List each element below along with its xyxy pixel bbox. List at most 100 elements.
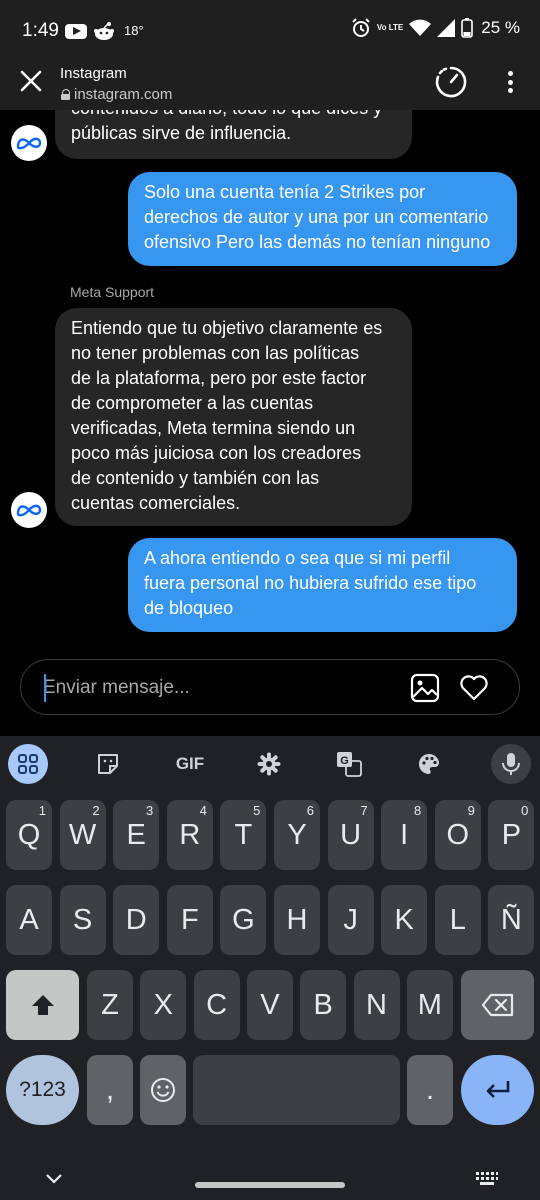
key-f[interactable]: F — [166, 885, 213, 955]
volte-icon: Vo LTE — [376, 23, 404, 32]
status-bar: 1:49 18° Vo LTE 25 % — [0, 0, 540, 60]
key-label: A — [19, 903, 39, 936]
key-label: E — [126, 818, 146, 851]
heart-icon[interactable] — [459, 673, 489, 703]
key-label: Q — [17, 818, 41, 851]
key-y[interactable]: Y6 — [274, 800, 320, 870]
alarm-icon — [352, 18, 370, 37]
key-n[interactable]: N — [353, 970, 400, 1040]
key-m[interactable]: M — [406, 970, 453, 1040]
shift-arrow-icon — [31, 995, 54, 1015]
sticker-icon[interactable] — [88, 744, 128, 784]
message-line: Solo una cuenta tenía 2 Strikes por — [144, 182, 426, 202]
message-line: no tener problemas con las políticas — [71, 343, 360, 363]
translate-icon[interactable]: G — [329, 744, 369, 784]
shift-key[interactable] — [6, 970, 79, 1040]
key-o[interactable]: O9 — [434, 800, 481, 870]
signal-icon — [437, 19, 456, 37]
key-q[interactable]: Q1 — [6, 800, 52, 870]
gif-button[interactable]: GIF — [170, 744, 210, 784]
emoji-key[interactable] — [140, 1055, 186, 1125]
backspace-icon — [481, 993, 513, 1017]
symbols-key[interactable]: ?123 — [6, 1055, 79, 1125]
key-i[interactable]: I8 — [381, 800, 428, 870]
key-hint: 7 — [360, 803, 368, 818]
settings-gear-icon[interactable] — [249, 744, 289, 784]
key-label: W — [68, 818, 97, 851]
enter-key[interactable] — [461, 1055, 534, 1125]
apps-grid-icon[interactable] — [8, 744, 48, 784]
key-g[interactable]: G — [220, 885, 267, 955]
message-line: de la plataforma, pero por este factor — [71, 368, 367, 388]
key-label: J — [343, 903, 358, 936]
message-line: A ahora entiendo o sea que si mi perfil — [144, 548, 451, 568]
key-label: S — [72, 903, 93, 936]
key-b[interactable]: B — [300, 970, 347, 1040]
key-label: V — [260, 988, 280, 1021]
battery-icon — [461, 18, 474, 38]
svg-text:G: G — [340, 755, 349, 767]
message-input[interactable] — [43, 674, 383, 702]
key-u[interactable]: U7 — [327, 800, 374, 870]
key-w[interactable]: W2 — [59, 800, 106, 870]
palette-icon[interactable] — [409, 744, 449, 784]
key-hint: 6 — [306, 803, 314, 818]
key-hint: 9 — [467, 803, 475, 818]
message-line: poco más juiciosa con los creadores — [71, 443, 362, 463]
key-r[interactable]: R4 — [166, 800, 213, 870]
microphone-icon[interactable] — [491, 744, 531, 784]
key-l[interactable]: L — [434, 885, 481, 955]
on-screen-keyboard: GIF G ?123 , . Q 1 W 2 E 3 R 4 T 5 Y 6 U… — [0, 736, 540, 1200]
key-k[interactable]: K — [381, 885, 428, 955]
message-line: ofensivo Pero las demás no tenían ningun… — [144, 232, 491, 252]
message-bubble: contenidos a diario, todo lo que dices y… — [55, 110, 412, 159]
key-z[interactable]: Z — [87, 970, 133, 1040]
home-gesture-pill[interactable] — [195, 1182, 345, 1188]
key-t[interactable]: T5 — [220, 800, 267, 870]
message-line: Entiendo que tu objetivo claramente es — [71, 318, 383, 338]
message-line: de contenido y también con las — [71, 468, 320, 488]
key-label: G — [232, 903, 255, 936]
speedometer-icon[interactable] — [434, 65, 468, 99]
key-label: P — [501, 818, 522, 851]
key-label: Z — [101, 988, 119, 1021]
key-d[interactable]: D — [113, 885, 160, 955]
period-key[interactable]: . — [407, 1055, 453, 1125]
key-label: H — [286, 903, 308, 936]
key-hint: 1 — [38, 803, 46, 818]
keyboard-switch-icon[interactable] — [475, 1170, 499, 1188]
space-bar[interactable] — [193, 1055, 400, 1125]
message-bubble: Entiendo que tu objetivo claramente es n… — [55, 308, 412, 526]
message-bubble: Solo una cuenta tenía 2 Strikes por dere… — [128, 172, 517, 266]
image-icon[interactable] — [410, 673, 440, 703]
close-icon[interactable] — [18, 68, 44, 94]
meta-logo-icon — [16, 137, 42, 150]
key-j[interactable]: J — [327, 885, 374, 955]
url-display[interactable]: instagram.com — [60, 86, 172, 103]
system-nav-bar — [0, 1164, 540, 1200]
key-hint: 5 — [253, 803, 261, 818]
key-a[interactable]: A — [6, 885, 52, 955]
browser-toolbar: Instagram instagram.com — [0, 60, 540, 110]
key-x[interactable]: X — [140, 970, 187, 1040]
page-title: Instagram — [60, 65, 127, 82]
message-line: derechos de autor y una por un comentari… — [144, 207, 489, 227]
chevron-down-icon[interactable] — [44, 1172, 64, 1186]
backspace-key[interactable] — [461, 970, 534, 1040]
more-options-icon[interactable] — [500, 68, 520, 96]
wifi-icon — [409, 19, 432, 36]
key-h[interactable]: H — [274, 885, 320, 955]
comma-key[interactable]: , — [87, 1055, 133, 1125]
chat-thread[interactable]: contenidos a diario, todo lo que dices y… — [0, 110, 540, 736]
key-e[interactable]: E3 — [113, 800, 160, 870]
key-ñ[interactable]: Ñ — [488, 885, 535, 955]
meta-logo-icon — [16, 504, 42, 517]
key-v[interactable]: V — [246, 970, 293, 1040]
key-c[interactable]: C — [193, 970, 240, 1040]
key-p[interactable]: P0 — [488, 800, 535, 870]
url-text: instagram.com — [74, 86, 173, 103]
key-label: Ñ — [500, 903, 522, 936]
youtube-icon — [65, 24, 87, 39]
key-label: U — [340, 818, 362, 851]
key-s[interactable]: S — [59, 885, 106, 955]
